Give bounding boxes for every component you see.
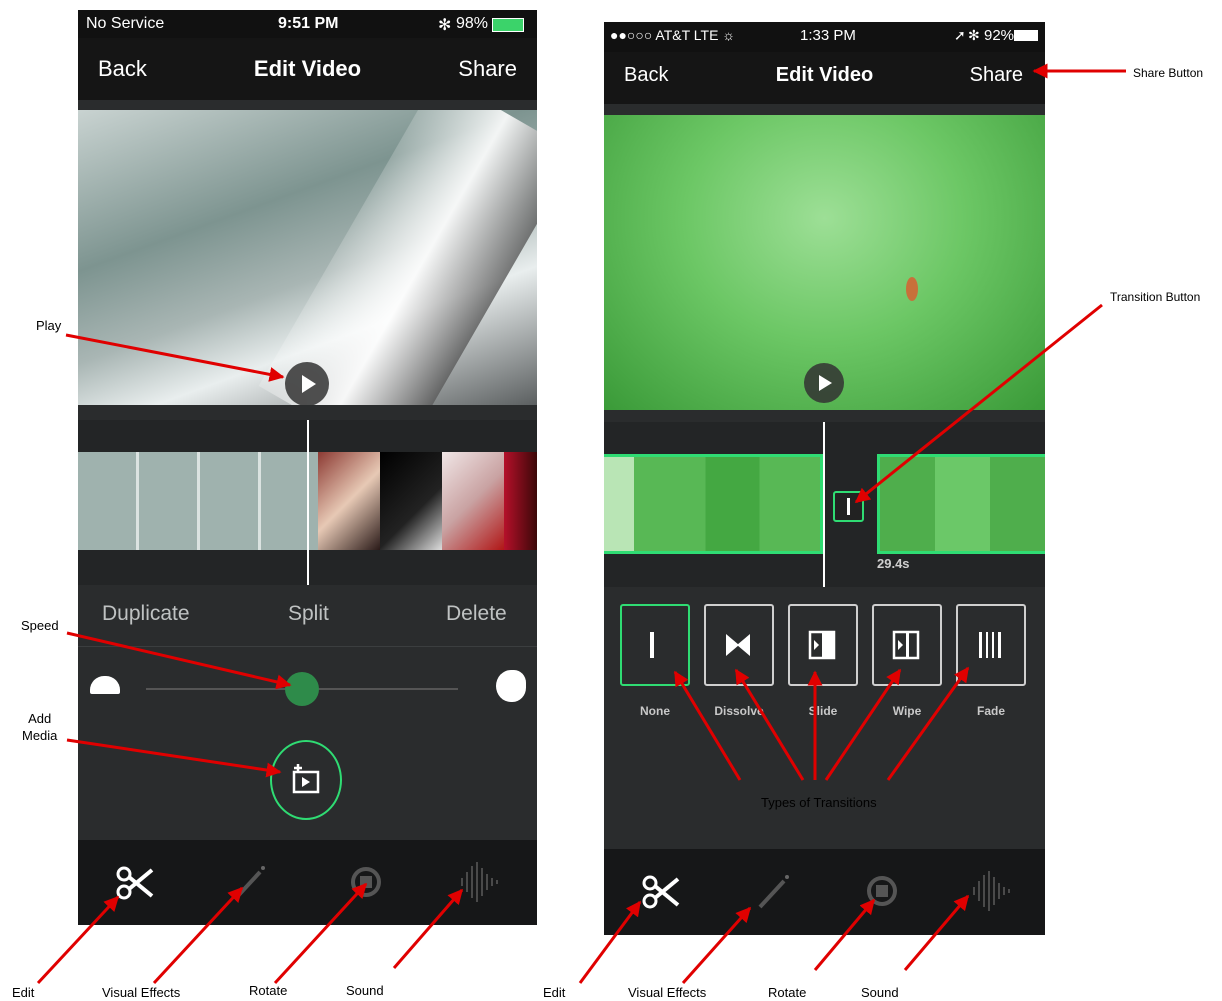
arrow-rotate-left [273, 882, 368, 985]
arrow-type-none [673, 670, 742, 781]
label-share-button: Share Button [1133, 66, 1204, 80]
arrow-visual-effects-right [681, 906, 752, 984]
arrow-rotate-right [813, 898, 876, 971]
arrow-type-wipe [824, 668, 902, 781]
label-rotate-right: Rotate [768, 985, 807, 1000]
label-speed: Speed [21, 618, 59, 633]
label-edit-right: Edit [543, 985, 566, 1000]
label-transition-button: Transition Button [1110, 290, 1201, 304]
arrow-edit-left [36, 895, 120, 985]
label-rotate-left: Rotate [249, 983, 288, 998]
label-play: Play [36, 318, 62, 333]
label-add-media: Add Media [22, 711, 58, 743]
label-visual-effects-left: Visual Effects [102, 985, 181, 1000]
arrow-add-media [66, 738, 282, 778]
annotation-arrows [36, 63, 1126, 985]
label-sound-left: Sound [346, 983, 384, 998]
label-sound-right: Sound [861, 985, 899, 1000]
arrow-transition-button [854, 303, 1103, 504]
arrow-sound-left [392, 888, 464, 969]
arrow-type-dissolve [734, 668, 805, 781]
arrow-play [65, 333, 285, 382]
arrow-sound-right [903, 894, 970, 971]
arrow-speed [66, 631, 292, 690]
arrow-edit-right [578, 900, 642, 984]
label-visual-effects-right: Visual Effects [628, 985, 707, 1000]
arrow-visual-effects-left [152, 886, 244, 985]
label-edit-left: Edit [12, 985, 35, 1000]
arrow-type-fade [886, 666, 970, 781]
label-types-of-transitions: Types of Transitions [761, 795, 877, 810]
